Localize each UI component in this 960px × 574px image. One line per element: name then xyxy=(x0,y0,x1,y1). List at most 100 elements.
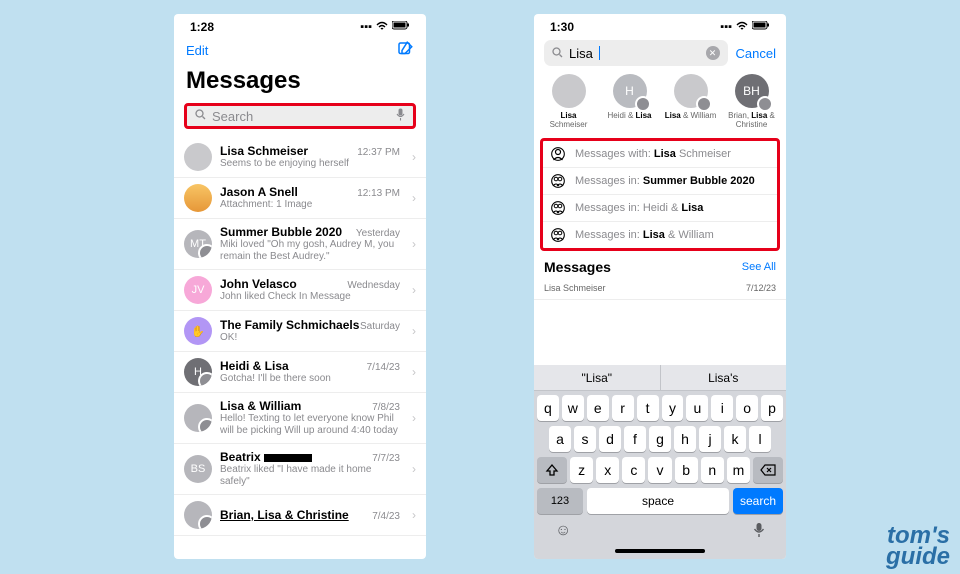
conversation-row[interactable]: Lisa & William 7/8/23 Hello! Texting to … xyxy=(174,393,426,444)
key-v[interactable]: v xyxy=(648,457,671,483)
left-phone-screenshot: 1:28 ▪▪▪ Edit Messages Search Lisa xyxy=(174,14,426,559)
conversation-time: Wednesday xyxy=(347,280,400,291)
key-q[interactable]: q xyxy=(537,395,559,421)
message-result-name: Lisa Schmeiser xyxy=(544,283,606,293)
key-n[interactable]: n xyxy=(701,457,724,483)
key-h[interactable]: h xyxy=(674,426,696,452)
clear-icon[interactable]: ✕ xyxy=(706,46,720,60)
status-bar: 1:30 ▪▪▪ xyxy=(534,14,786,36)
suggestion-line[interactable]: Messages in: Heidi & Lisa xyxy=(543,195,777,222)
key-b[interactable]: b xyxy=(675,457,698,483)
search-key[interactable]: search xyxy=(733,488,783,514)
backspace-key[interactable] xyxy=(753,457,783,483)
key-f[interactable]: f xyxy=(624,426,646,452)
group-icon xyxy=(551,201,565,215)
keyboard-row-1: qwertyuiop xyxy=(537,395,783,421)
message-result-row[interactable]: Lisa Schmeiser 7/12/23 xyxy=(534,279,786,300)
key-g[interactable]: g xyxy=(649,426,671,452)
text-cursor xyxy=(599,46,600,60)
key-y[interactable]: y xyxy=(662,395,684,421)
suggestion-person[interactable]: Lisa Schmeiser xyxy=(541,74,597,130)
key-e[interactable]: e xyxy=(587,395,609,421)
keyboard-predictions[interactable]: "Lisa" Lisa's xyxy=(534,365,786,391)
key-u[interactable]: u xyxy=(686,395,708,421)
key-m[interactable]: m xyxy=(727,457,750,483)
avatar xyxy=(184,404,212,432)
key-l[interactable]: l xyxy=(749,426,771,452)
suggestion-person[interactable]: Lisa & William xyxy=(663,74,719,130)
search-bar[interactable]: Search xyxy=(184,103,416,129)
key-j[interactable]: j xyxy=(699,426,721,452)
conversation-row[interactable]: BS Beatrix 7/7/23 Beatrix liked "I have … xyxy=(174,444,426,495)
key-a[interactable]: a xyxy=(549,426,571,452)
message-result-date: 7/12/23 xyxy=(746,283,776,293)
conversation-row[interactable]: Brian, Lisa & Christine 7/4/23 › xyxy=(174,495,426,536)
prediction-1[interactable]: Lisa's xyxy=(661,365,787,390)
conversation-time: 12:13 PM xyxy=(357,188,400,199)
suggestion-label: Brian, Lisa & Christine xyxy=(724,112,780,130)
shift-key[interactable] xyxy=(537,457,567,483)
emoji-icon[interactable]: ☺ xyxy=(555,522,571,543)
conversation-preview: Hello! Texting to let everyone know Phil… xyxy=(220,413,400,437)
suggestion-person[interactable]: BH Brian, Lisa & Christine xyxy=(724,74,780,130)
home-indicator[interactable] xyxy=(615,549,705,553)
conversation-list[interactable]: Lisa Schmeiser 12:37 PM Seems to be enjo… xyxy=(174,137,426,536)
suggestion-line[interactable]: Messages in: Summer Bubble 2020 xyxy=(543,168,777,195)
conversation-time: 7/8/23 xyxy=(372,402,400,413)
chevron-right-icon: › xyxy=(412,237,416,251)
signal-icon: ▪▪▪ xyxy=(720,21,732,33)
messages-section-title: Messages xyxy=(544,259,611,275)
key-c[interactable]: c xyxy=(622,457,645,483)
conversation-row[interactable]: Jason A Snell 12:13 PM Attachment: 1 Ima… xyxy=(174,178,426,219)
key-p[interactable]: p xyxy=(761,395,783,421)
conversation-name: Heidi & Lisa xyxy=(220,359,289,373)
conversation-preview: Beatrix liked "I have made it home safel… xyxy=(220,464,400,488)
numbers-key[interactable]: 123 xyxy=(537,488,583,514)
chevron-right-icon: › xyxy=(412,283,416,297)
key-k[interactable]: k xyxy=(724,426,746,452)
suggestion-line[interactable]: Messages in: Lisa & William xyxy=(543,222,777,248)
suggestion-label: Heidi & Lisa xyxy=(607,112,651,121)
compose-icon[interactable] xyxy=(396,40,414,61)
prediction-0[interactable]: "Lisa" xyxy=(534,365,661,390)
mic-icon[interactable] xyxy=(396,108,405,124)
conversation-row[interactable]: MT Summer Bubble 2020 Yesterday Miki lov… xyxy=(174,219,426,270)
conversation-row[interactable]: JV John Velasco Wednesday John liked Che… xyxy=(174,270,426,311)
key-d[interactable]: d xyxy=(599,426,621,452)
conversation-preview: Attachment: 1 Image xyxy=(220,199,400,211)
search-input[interactable]: Lisa ✕ xyxy=(544,40,728,66)
toms-guide-watermark: tom's guide xyxy=(886,525,950,568)
avatar xyxy=(674,74,708,108)
cancel-button[interactable]: Cancel xyxy=(736,46,776,61)
key-s[interactable]: s xyxy=(574,426,596,452)
suggestion-label: Lisa Schmeiser xyxy=(541,112,597,130)
see-all-button[interactable]: See All xyxy=(742,261,776,273)
conversation-name: The Family Schmichaels xyxy=(220,318,359,332)
edit-button[interactable]: Edit xyxy=(186,43,208,58)
key-w[interactable]: w xyxy=(562,395,584,421)
right-phone-screenshot: 1:30 ▪▪▪ Lisa ✕ Cancel Lisa Schmeiser H … xyxy=(534,14,786,559)
search-header-row: Lisa ✕ Cancel xyxy=(534,36,786,72)
key-z[interactable]: z xyxy=(570,457,593,483)
key-t[interactable]: t xyxy=(637,395,659,421)
key-i[interactable]: i xyxy=(711,395,733,421)
avatar-mini xyxy=(635,96,651,112)
group-icon xyxy=(551,174,565,188)
suggestion-person[interactable]: H Heidi & Lisa xyxy=(602,74,658,130)
key-x[interactable]: x xyxy=(596,457,619,483)
suggestion-list-block: Messages with: Lisa SchmeiserMessages in… xyxy=(540,138,780,251)
conversation-row[interactable]: ✋ The Family Schmichaels Saturday OK! › xyxy=(174,311,426,352)
avatar: MT xyxy=(184,230,212,258)
avatar-mini xyxy=(757,96,773,112)
key-o[interactable]: o xyxy=(736,395,758,421)
conversation-row[interactable]: Lisa Schmeiser 12:37 PM Seems to be enjo… xyxy=(174,137,426,178)
avatar: BS xyxy=(184,455,212,483)
ios-keyboard[interactable]: "Lisa" Lisa's qwertyuiop asdfghjkl zxcvb… xyxy=(534,365,786,559)
conversation-row[interactable]: H Heidi & Lisa 7/14/23 Gotcha! I'll be t… xyxy=(174,352,426,393)
suggestion-line[interactable]: Messages with: Lisa Schmeiser xyxy=(543,141,777,168)
key-r[interactable]: r xyxy=(612,395,634,421)
space-key[interactable]: space xyxy=(587,488,729,514)
keyboard-footer: ☺ xyxy=(537,520,783,543)
dictate-icon[interactable] xyxy=(753,522,765,543)
conversation-preview: Seems to be enjoying herself xyxy=(220,158,400,170)
